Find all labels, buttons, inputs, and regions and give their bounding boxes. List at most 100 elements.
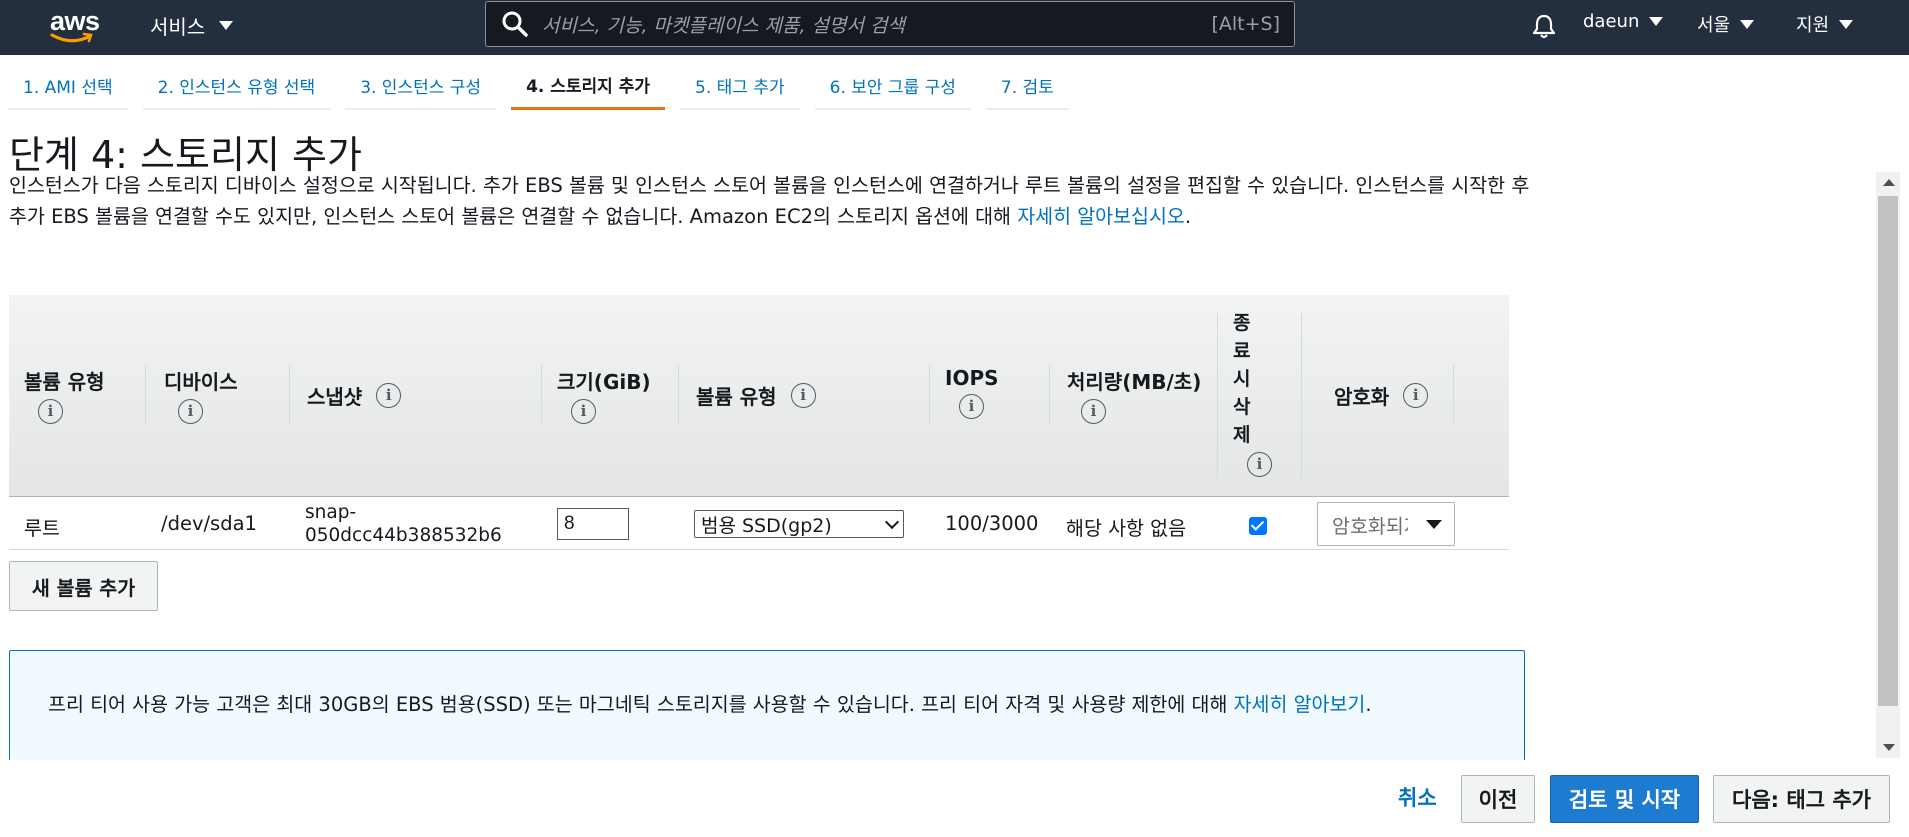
cell-volume-type: 루트 [24,517,60,540]
snapshot-id-line2: 050dcc44b388532b6 [305,525,502,546]
cell-snapshot: snap- 050dcc44b388532b6 [305,501,502,547]
scroll-up-arrow-icon[interactable] [1883,179,1895,186]
header-size-label: 크기(GiB) [557,370,651,394]
next-add-tags-button[interactable]: 다음: 태그 추가 [1713,775,1890,823]
column-divider [145,365,146,425]
size-input[interactable] [557,508,629,540]
scroll-down-arrow-icon[interactable] [1883,744,1895,751]
header-snapshot-label: 스냅샷 [307,385,363,409]
table-header: 볼륨 유형 i 디바이스 i 스냅샷 i 크기(GiB) i 볼륨 유형 i I… [9,295,1509,497]
info-icon[interactable]: i [1403,383,1429,408]
column-divider [1217,313,1218,479]
volume-type-selected: 범용 SSD(gp2) [701,514,832,537]
info-icon[interactable]: i [38,399,63,424]
support-label: 지원 [1796,15,1830,36]
tab-choose-ami[interactable]: 1. AMI 선택 [8,62,128,110]
header-throughput-label: 처리량(MB/초) [1067,370,1202,394]
free-tier-notice-end: . [1365,693,1372,716]
chevron-down-icon [884,514,900,529]
free-tier-notice: 프리 티어 사용 가능 고객은 최대 30GB의 EBS 범용(SSD) 또는 … [9,650,1525,760]
column-divider [1453,365,1454,425]
column-divider [929,365,930,425]
header-delete-on-termination: 종료시삭제 [1233,309,1255,449]
info-icon[interactable]: i [959,394,984,419]
header-device-label: 디바이스 [164,370,238,394]
region-menu[interactable]: 서울 [1697,11,1755,37]
cell-iops: 100/3000 [945,512,1039,535]
aws-logo[interactable]: aws [48,6,102,46]
add-new-volume-button[interactable]: 새 볼륨 추가 [9,561,158,611]
free-tier-notice-text: 프리 티어 사용 가능 고객은 최대 30GB의 EBS 범용(SSD) 또는 … [48,693,1234,716]
header-ebs-volume-type: 볼륨 유형 i [696,381,816,410]
notification-bell-icon[interactable] [1530,12,1558,40]
search-icon [502,11,528,37]
search-shortcut-hint: [Alt+S] [1211,13,1280,35]
header-ebs-volume-type-label: 볼륨 유형 [696,385,777,409]
column-divider [678,365,679,425]
caret-down-icon [1839,19,1854,29]
cell-device: /dev/sda1 [161,512,257,535]
description-end: . [1184,205,1192,228]
storage-table: 볼륨 유형 i 디바이스 i 스냅샷 i 크기(GiB) i 볼륨 유형 i I… [9,295,1509,550]
region-name: 서울 [1697,15,1731,36]
header-throughput: 처리량(MB/초) i [1067,366,1201,424]
scrollbar-thumb[interactable] [1878,196,1898,706]
info-icon[interactable]: i [571,399,596,424]
header-encryption: 암호화 i [1334,381,1429,410]
tab-configure-security-group[interactable]: 6. 보안 그룹 구성 [814,62,971,110]
info-icon[interactable]: i [178,399,203,424]
tab-add-storage[interactable]: 4. 스토리지 추가 [511,62,666,110]
table-row: 루트 /dev/sda1 snap- 050dcc44b388532b6 범용 … [9,497,1509,550]
caret-down-icon [219,21,234,30]
header-snapshot: 스냅샷 i [307,381,402,410]
column-divider [1049,365,1050,425]
user-menu[interactable]: daeun [1583,11,1664,32]
search-input[interactable]: 서비스, 기능, 마켓플레이스 제품, 설명서 검색 [542,11,1211,38]
header-iops-label: IOPS [945,366,999,390]
services-menu[interactable]: 서비스 [150,11,234,40]
info-icon[interactable]: i [790,383,816,408]
column-divider [289,365,290,425]
wizard-steps: 1. AMI 선택 2. 인스턴스 유형 선택 3. 인스턴스 구성 4. 스토… [8,62,1084,110]
caret-down-icon [1426,519,1442,529]
aws-smile-icon [50,32,93,43]
learn-more-storage-link[interactable]: 자세히 알아보십시오 [1017,205,1185,228]
header-size: 크기(GiB) i [557,366,651,424]
encryption-selected: 암호화되지 않음 [1332,514,1408,538]
support-menu[interactable]: 지원 [1796,11,1854,37]
top-navigation-bar: aws 서비스 서비스, 기능, 마켓플레이스 제품, 설명서 검색 [Alt+… [0,0,1909,55]
caret-down-icon [1649,17,1664,26]
tab-choose-instance-type[interactable]: 2. 인스턴스 유형 선택 [142,62,331,110]
user-name: daeun [1583,11,1640,32]
free-tier-learn-more-link[interactable]: 자세히 알아보기 [1234,693,1366,716]
description-text: 인스턴스가 다음 스토리지 디바이스 설정으로 시작됩니다. 추가 EBS 볼륨… [9,174,1530,228]
info-icon[interactable]: i [376,383,402,408]
snapshot-id-line1: snap- [305,502,357,523]
volume-type-select[interactable]: 범용 SSD(gp2) [694,510,904,538]
search-bar[interactable]: 서비스, 기능, 마켓플레이스 제품, 설명서 검색 [Alt+S] [485,1,1295,47]
header-device: 디바이스 i [164,366,238,424]
cell-throughput: 해당 사항 없음 [1066,517,1187,540]
review-and-launch-button[interactable]: 검토 및 시작 [1550,775,1699,823]
footer-action-bar: 취소 이전 검토 및 시작 다음: 태그 추가 [0,760,1909,837]
header-delete-on-termination-label: 종료시삭제 [1233,312,1251,446]
header-iops: IOPS i [945,366,999,419]
info-icon[interactable]: i [1081,399,1106,424]
column-divider [541,365,542,425]
cancel-link[interactable]: 취소 [1398,782,1437,812]
tab-configure-instance[interactable]: 3. 인스턴스 구성 [345,62,497,110]
previous-button[interactable]: 이전 [1461,775,1535,823]
header-volume-type: 볼륨 유형 i [24,366,105,424]
page-description: 인스턴스가 다음 스토리지 디바이스 설정으로 시작됩니다. 추가 EBS 볼륨… [9,170,1539,232]
tab-review[interactable]: 7. 검토 [985,62,1069,110]
header-volume-type-label: 볼륨 유형 [24,370,105,394]
services-label: 서비스 [150,15,206,39]
delete-on-termination-checkbox[interactable] [1249,517,1267,535]
tab-add-tags[interactable]: 5. 태그 추가 [680,62,800,110]
caret-down-icon [1740,19,1755,29]
encryption-select[interactable]: 암호화되지 않음 [1317,502,1455,546]
column-divider [1301,313,1302,479]
header-encryption-label: 암호화 [1334,385,1390,409]
info-icon[interactable]: i [1247,452,1272,477]
vertical-scrollbar[interactable] [1876,172,1900,758]
